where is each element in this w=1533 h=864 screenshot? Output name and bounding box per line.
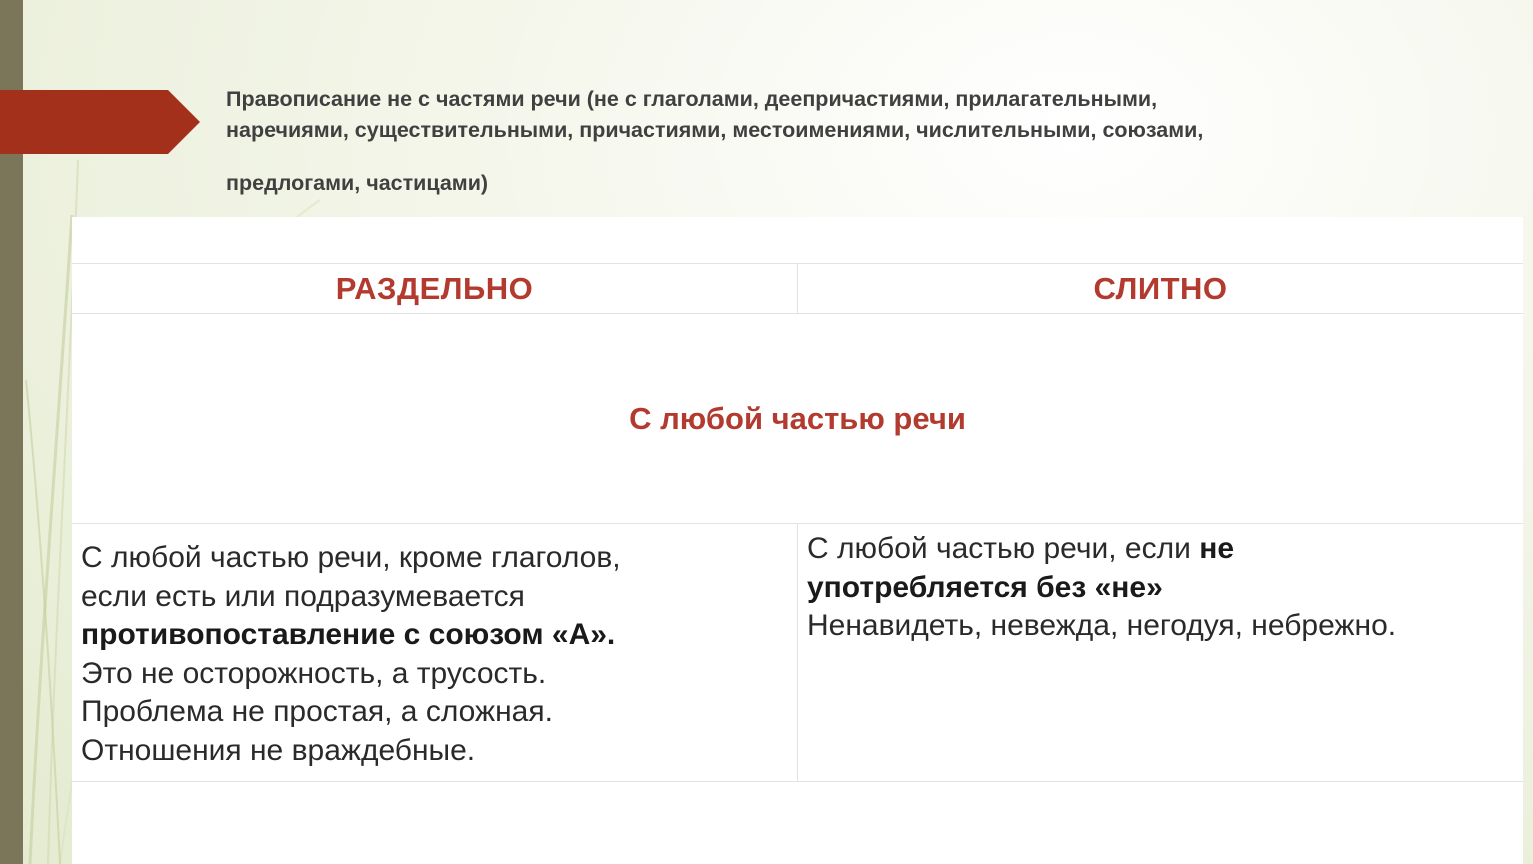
merged-row-any-part: С любой частью речи	[629, 401, 966, 436]
rule-line: С любой частью речи, кроме глаголов,	[81, 541, 621, 574]
title-line-3: предлогами, частицами)	[226, 171, 489, 195]
rule-line: С любой частью речи, если	[807, 532, 1200, 565]
example-line: Ненавидеть, невежда, негодуя, небрежно.	[807, 609, 1397, 642]
column-divider	[797, 523, 798, 781]
cell-separately-rule: С любой частью речи, кроме глаголов, есл…	[81, 524, 781, 770]
title-line-2: наречиями, существительными, причастиями…	[226, 118, 1204, 142]
rule-emphasis: употребляется без «не»	[807, 570, 1163, 604]
example-line: Проблема не простая, а сложная.	[81, 695, 553, 728]
header-separately: РАЗДЕЛЬНО	[335, 271, 534, 306]
row-divider	[72, 781, 1523, 782]
slide-title: Правописание не с частями речи (не с гла…	[226, 84, 1486, 199]
example-line: Это не осторожность, а трусость.	[81, 656, 547, 690]
title-line-1: Правописание не с частями речи (не с гла…	[226, 87, 1158, 111]
rules-table: РАЗДЕЛЬНО СЛИТНО С любой частью речи С л…	[72, 217, 1523, 864]
example-line: Отношения не враждебные.	[81, 733, 476, 767]
header-together: СЛИТНО	[1093, 271, 1228, 306]
title-arrow-tag	[0, 90, 200, 154]
rule-emphasis: не	[1199, 532, 1235, 565]
rule-emphasis: противопоставление с союзом «А».	[81, 618, 616, 651]
rule-line: если есть или подразумевается	[81, 579, 525, 613]
cell-together-rule: С любой частью речи, если не употребляет…	[807, 524, 1517, 646]
